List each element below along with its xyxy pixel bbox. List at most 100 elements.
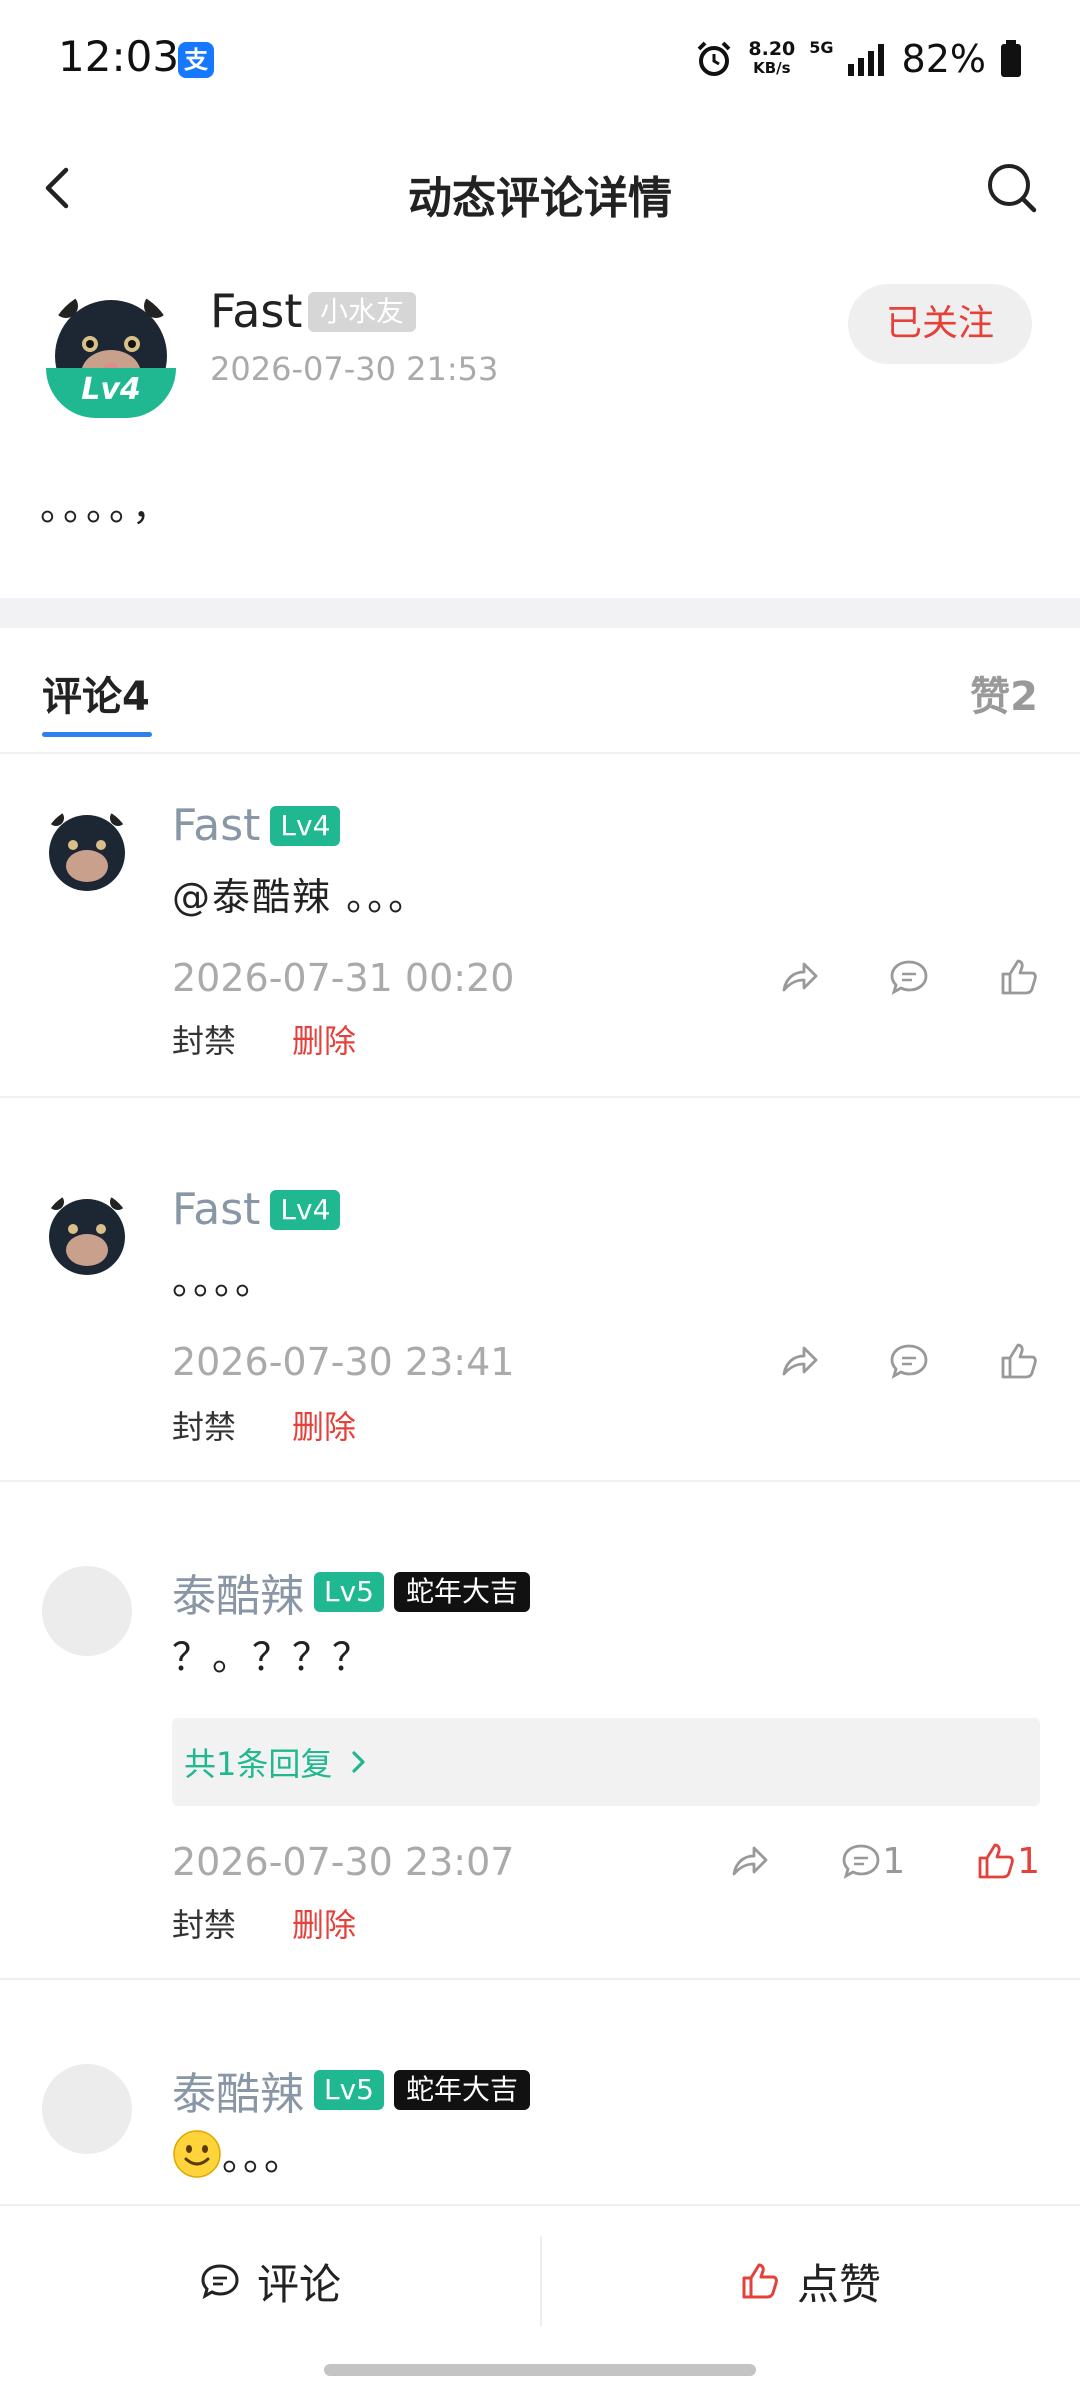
thumbs-up-icon [1001, 959, 1037, 995]
search-button[interactable] [982, 158, 1042, 218]
comment-bubble-icon [842, 1844, 880, 1879]
commenter-avatar[interactable] [42, 1190, 132, 1280]
alarm-icon [697, 41, 731, 76]
follow-button[interactable]: 已关注 [848, 284, 1032, 364]
status-right-group: 8.20 KB/s 5G 82% [694, 34, 1022, 84]
comment-text-row: 。。。 [172, 2126, 304, 2181]
smiley-emoji-icon [173, 2129, 221, 2178]
author-level-banner: Lv4 [46, 368, 176, 418]
comment-bubble-icon [890, 1344, 928, 1379]
comment-item: Fast Lv4 @泰酷辣 。。。 2026-07-31 00:20 封禁 删除 [0, 756, 1080, 1098]
commenter-info: 泰酷辣 Lv5 蛇年大吉 [172, 1560, 530, 1624]
delete-button[interactable]: 删除 [292, 1402, 356, 1448]
comment-item: 泰酷辣 Lv5 蛇年大吉 。。。 [0, 1980, 1080, 2204]
share-icon [782, 962, 818, 992]
status-bar: 12:03 支 8.20 KB/s 5G 82% [0, 0, 1080, 118]
ban-button[interactable]: 封禁 [172, 1016, 236, 1062]
network-type: 5G [809, 37, 834, 57]
net-speed-value: 8.20 [748, 38, 796, 60]
commenter-info: 泰酷辣 Lv5 蛇年大吉 [172, 2058, 530, 2122]
alipay-notification-icon: 支 [178, 42, 214, 78]
comment-actions [778, 1340, 1040, 1382]
thumbs-up-icon [742, 2263, 778, 2299]
ban-button[interactable]: 封禁 [172, 1900, 236, 1946]
top-nav-bar: 动态评论详情 [0, 118, 1080, 258]
moderation-actions: 封禁 删除 [172, 1016, 356, 1062]
commenter-info: Fast Lv4 [172, 1184, 341, 1235]
reply-button[interactable] [888, 1340, 930, 1382]
comment-timestamp: 2026-07-30 23:07 [172, 1840, 515, 1884]
comment-text: @泰酷辣 。。。 [172, 875, 429, 919]
like-button[interactable]: 1 [975, 1840, 1040, 1882]
comment-text: 。。。。 [172, 1259, 276, 1303]
author-name[interactable]: Fast [210, 284, 302, 338]
commenter-name[interactable]: Fast [172, 800, 260, 851]
like-button[interactable] [998, 1340, 1040, 1382]
ban-button[interactable]: 封禁 [172, 1402, 236, 1448]
tab-likes[interactable]: 赞2 [970, 664, 1038, 722]
commenter-avatar[interactable] [42, 1566, 132, 1656]
comment-item: 泰酷辣 Lv5 蛇年大吉 ？。？？？ 共1条回复 2026-07-30 23:0… [0, 1482, 1080, 1980]
thumbs-up-icon [978, 1843, 1014, 1879]
share-icon [732, 1846, 768, 1876]
title-badge: 蛇年大吉 [393, 1572, 530, 1612]
comment-actions: 1 1 [728, 1840, 1040, 1882]
post-content: 。。。。， [40, 485, 175, 529]
net-speed-unit: KB/s [753, 59, 791, 77]
active-tab-indicator [42, 732, 152, 737]
level-badge: Lv4 [270, 1189, 341, 1230]
comment-bubble-icon [890, 960, 928, 995]
commenter-info: Fast Lv4 [172, 800, 341, 851]
post-card: Lv4 Fast 小水友 2026-07-30 21:53 已关注 。。。。， [0, 258, 1080, 598]
comment-count: 1 [882, 1840, 906, 1882]
like-label: 点赞 [796, 2259, 881, 2309]
level-badge: Lv4 [270, 805, 341, 846]
author-badge: 小水友 [308, 292, 417, 332]
view-replies-button[interactable]: 共1条回复 [172, 1718, 1040, 1806]
chevron-right-icon [352, 1751, 365, 1773]
post-timestamp: 2026-07-30 21:53 [210, 350, 499, 388]
comment-text: ？。？？？ [172, 1635, 373, 1679]
commenter-name[interactable]: 泰酷辣 [172, 1560, 304, 1624]
like-count: 1 [1017, 1840, 1040, 1882]
battery-icon [1001, 40, 1021, 77]
reply-summary: 共1条回复 [184, 1745, 333, 1783]
title-badge: 蛇年大吉 [393, 2070, 530, 2110]
comment-label: 评论 [256, 2259, 341, 2309]
comment-bubble-icon [201, 2264, 239, 2300]
comment-item: Fast Lv4 。。。。 2026-07-30 23:41 封禁 删除 [0, 1098, 1080, 1482]
commenter-avatar[interactable] [42, 806, 132, 896]
moderation-actions: 封禁 删除 [172, 1900, 356, 1946]
commenter-name[interactable]: 泰酷辣 [172, 2058, 304, 2122]
battery-percent: 82% [901, 37, 986, 81]
page-title: 动态评论详情 [408, 173, 672, 224]
delete-button[interactable]: 删除 [292, 1016, 356, 1062]
tab-comments[interactable]: 评论4 [42, 664, 150, 722]
commenter-avatar[interactable] [42, 2064, 132, 2154]
share-button[interactable] [728, 1840, 770, 1882]
search-icon [988, 164, 1037, 213]
commenter-name[interactable]: Fast [172, 1184, 260, 1235]
reply-button[interactable]: 1 [840, 1840, 905, 1882]
moderation-actions: 封禁 删除 [172, 1402, 356, 1448]
share-button[interactable] [778, 1340, 820, 1382]
share-icon [782, 1346, 818, 1376]
level-badge: Lv5 [314, 2070, 384, 2110]
comment-timestamp: 2026-07-31 00:20 [172, 956, 515, 1000]
signal-icon [847, 44, 884, 76]
delete-button[interactable]: 删除 [292, 1900, 356, 1946]
hamster-avatar-image [42, 1190, 132, 1280]
like-button[interactable] [998, 956, 1040, 998]
section-divider [0, 598, 1080, 628]
status-time: 12:03 [58, 32, 180, 81]
level-badge: Lv5 [314, 1572, 384, 1612]
home-indicator[interactable] [324, 2364, 756, 2376]
reply-button[interactable] [888, 956, 930, 998]
like-post-button[interactable]: 点赞 [540, 2206, 1080, 2356]
comment-like-tabs: 评论4 赞2 [0, 628, 1080, 754]
write-comment-button[interactable]: 评论 [0, 2206, 540, 2356]
comment-text: 。。。 [222, 2135, 305, 2179]
network-speed: 8.20 KB/s [748, 40, 795, 78]
comment-timestamp: 2026-07-30 23:41 [172, 1340, 515, 1384]
share-button[interactable] [778, 956, 820, 998]
